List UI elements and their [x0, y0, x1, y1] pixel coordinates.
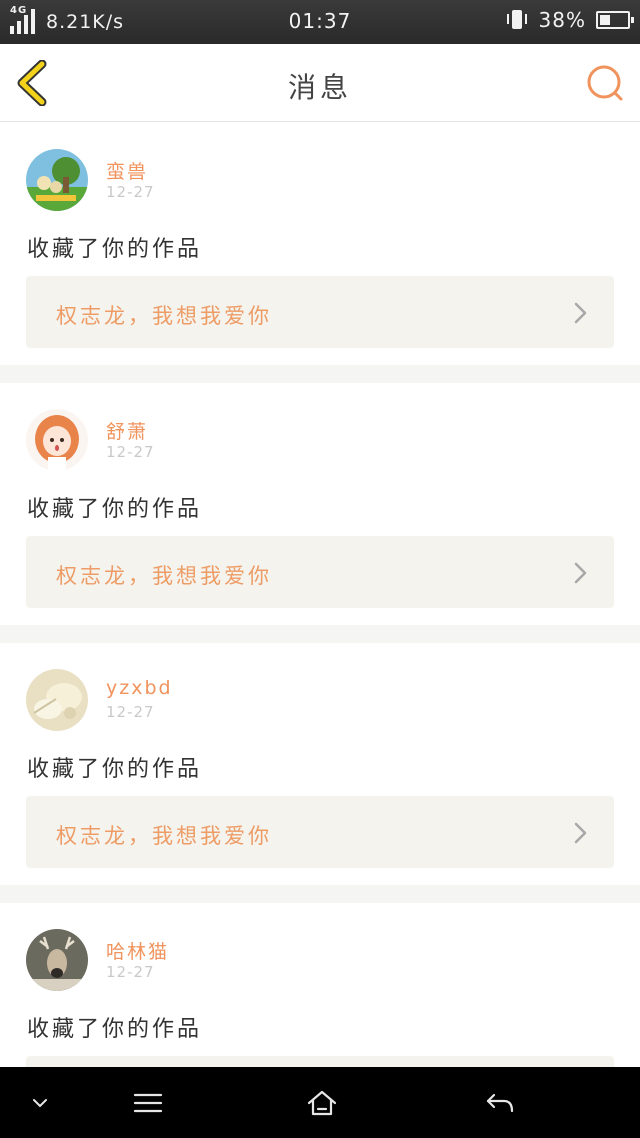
message-date: 12-27 — [106, 183, 155, 201]
chevron-right-icon — [574, 562, 587, 584]
search-button[interactable] — [584, 62, 626, 104]
work-link[interactable]: 权志龙，我想我爱你 — [26, 536, 614, 608]
hide-nav-button[interactable] — [24, 1085, 56, 1121]
battery-percent: 38% — [538, 8, 586, 32]
message-card: 舒萧 12-27 收藏了你的作品 权志龙，我想我爱你 — [0, 383, 640, 625]
message-date: 12-27 — [106, 443, 155, 461]
menu-icon — [133, 1093, 163, 1113]
username[interactable]: yzxbd — [106, 677, 173, 699]
home-button[interactable] — [300, 1085, 344, 1121]
avatar[interactable] — [26, 149, 88, 211]
system-nav-bar — [0, 1067, 640, 1138]
message-card: yzxbd 12-27 收藏了你的作品 权志龙，我想我爱你 — [0, 643, 640, 885]
username[interactable]: 哈林猫 — [106, 937, 169, 964]
avatar[interactable] — [26, 929, 88, 991]
action-text: 收藏了你的作品 — [27, 497, 203, 522]
work-title: 权志龙，我想我爱你 — [56, 304, 272, 328]
message-card: 哈林猫 12-27 收藏了你的作品 — [0, 903, 640, 1067]
status-right: 38% — [505, 8, 634, 32]
home-icon — [307, 1090, 337, 1116]
search-icon — [587, 65, 623, 101]
action-text: 收藏了你的作品 — [27, 757, 203, 782]
message-card: 蛮兽 12-27 收藏了你的作品 权志龙，我想我爱你 — [0, 123, 640, 365]
work-title: 权志龙，我想我爱你 — [56, 824, 272, 848]
work-link[interactable] — [26, 1056, 614, 1067]
work-title: 权志龙，我想我爱你 — [56, 564, 272, 588]
back-arrow-icon — [486, 1093, 514, 1113]
message-list[interactable]: 蛮兽 12-27 收藏了你的作品 权志龙，我想我爱你 舒萧 12-27 收藏了你… — [0, 123, 640, 1067]
vibrate-icon — [505, 8, 529, 32]
app-header: 消息 — [0, 44, 640, 122]
action-text: 收藏了你的作品 — [27, 237, 203, 262]
work-link[interactable]: 权志龙，我想我爱你 — [26, 796, 614, 868]
page-title: 消息 — [287, 71, 352, 104]
status-bar: 4G 8.21K/s 01:37 38% — [0, 0, 640, 44]
message-date: 12-27 — [106, 703, 155, 721]
username[interactable]: 舒萧 — [106, 417, 148, 444]
avatar[interactable] — [26, 409, 88, 471]
action-text: 收藏了你的作品 — [27, 1017, 203, 1042]
battery-icon — [596, 11, 634, 29]
work-link[interactable]: 权志龙，我想我爱你 — [26, 276, 614, 348]
back-nav-button[interactable] — [478, 1085, 522, 1121]
chevron-right-icon — [574, 302, 587, 324]
avatar[interactable] — [26, 669, 88, 731]
menu-button[interactable] — [128, 1085, 168, 1121]
chevron-right-icon — [574, 822, 587, 844]
username[interactable]: 蛮兽 — [106, 157, 148, 184]
message-date: 12-27 — [106, 963, 155, 981]
chevron-down-icon — [33, 1099, 47, 1108]
